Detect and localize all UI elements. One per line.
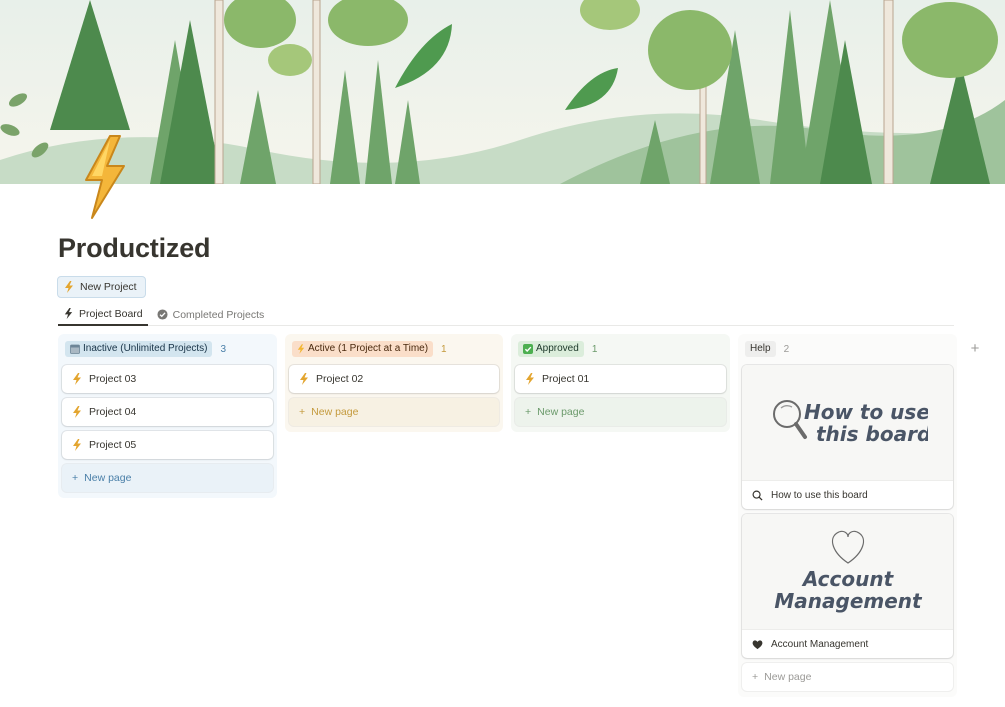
- board-column-approved: Approved 1 Project 01 + New page: [511, 334, 730, 432]
- column-header: Help 2: [745, 341, 950, 357]
- bolt-icon: [297, 344, 305, 354]
- card-title: Project 01: [542, 373, 590, 385]
- column-count: 2: [783, 343, 790, 355]
- card-title: Project 03: [89, 373, 137, 385]
- new-project-label: New Project: [80, 281, 137, 293]
- board-column-active: Active (1 Project at a Time) 1 Project 0…: [285, 334, 503, 432]
- page-title: Productized: [58, 233, 211, 263]
- status-badge[interactable]: Inactive (Unlimited Projects): [65, 341, 213, 357]
- bolt-icon: [73, 373, 81, 385]
- view-tabs: Project Board Completed Projects: [58, 303, 954, 326]
- new-page-button[interactable]: + New page: [289, 398, 499, 426]
- card-project-05[interactable]: Project 05: [62, 431, 273, 459]
- svg-text:this board: this board: [816, 422, 928, 446]
- card-cover-preview: Account Management: [742, 514, 953, 630]
- svg-text:Account: Account: [800, 567, 894, 591]
- column-count: 1: [441, 343, 447, 355]
- gallery-card-account-management[interactable]: Account Management Account Management: [742, 514, 953, 658]
- column-header: Approved 1: [518, 341, 723, 357]
- column-count: 1: [591, 343, 598, 355]
- card-project-02[interactable]: Project 02: [289, 365, 499, 393]
- plus-icon: +: [752, 671, 759, 683]
- column-header: Active (1 Project at a Time) 1: [292, 341, 496, 357]
- tab-completed-projects[interactable]: Completed Projects: [152, 303, 270, 326]
- bolt-icon: [73, 406, 81, 418]
- cover-image: [0, 0, 1005, 184]
- add-column-button[interactable]: +: [966, 339, 984, 357]
- new-page-button[interactable]: + New page: [62, 464, 273, 492]
- calendar-icon: [70, 344, 80, 354]
- new-project-button[interactable]: New Project: [57, 276, 146, 298]
- status-badge[interactable]: Help: [745, 341, 776, 357]
- card-cover-preview: How to use this board: [742, 365, 953, 481]
- bolt-icon: [65, 281, 73, 293]
- new-page-button[interactable]: + New page: [742, 663, 953, 691]
- tab-label: Project Board: [79, 307, 143, 320]
- lightning-bolt-icon[interactable]: [80, 134, 130, 220]
- column-count: 3: [220, 343, 227, 355]
- plus-icon: +: [72, 472, 79, 484]
- svg-text:How to use: How to use: [804, 400, 928, 424]
- gallery-card-label: How to use this board: [742, 481, 953, 509]
- card-project-03[interactable]: Project 03: [62, 365, 273, 393]
- card-title: Project 04: [89, 406, 137, 418]
- heart-icon: [752, 639, 763, 649]
- gallery-card-label: Account Management: [742, 630, 953, 658]
- status-badge[interactable]: Active (1 Project at a Time): [292, 341, 434, 357]
- card-project-01[interactable]: Project 01: [515, 365, 726, 393]
- check-circle-icon: [157, 309, 168, 320]
- new-page-button[interactable]: + New page: [515, 398, 726, 426]
- status-badge[interactable]: Approved: [518, 341, 584, 357]
- card-project-04[interactable]: Project 04: [62, 398, 273, 426]
- bolt-icon: [64, 308, 73, 319]
- heart-outline-icon: [831, 530, 864, 564]
- tab-label: Completed Projects: [172, 308, 265, 321]
- plus-icon: +: [299, 406, 306, 418]
- bolt-icon: [300, 373, 308, 385]
- magnifier-icon: [772, 399, 807, 439]
- bolt-icon: [73, 439, 81, 451]
- bolt-icon: [526, 373, 534, 385]
- card-title: Project 02: [316, 373, 364, 385]
- card-title: Project 05: [89, 439, 137, 451]
- tab-project-board[interactable]: Project Board: [58, 303, 148, 326]
- gallery-card-how-to-use[interactable]: How to use this board How to use this bo…: [742, 365, 953, 509]
- plus-icon: +: [525, 406, 532, 418]
- column-header: Inactive (Unlimited Projects) 3: [65, 341, 270, 357]
- board-column-inactive: Inactive (Unlimited Projects) 3 Project …: [58, 334, 277, 498]
- svg-text:Management: Management: [774, 589, 923, 613]
- search-icon: [752, 490, 763, 501]
- board-column-help: Help 2 How to use this board How to use …: [738, 334, 957, 697]
- check-box-icon: [523, 344, 533, 354]
